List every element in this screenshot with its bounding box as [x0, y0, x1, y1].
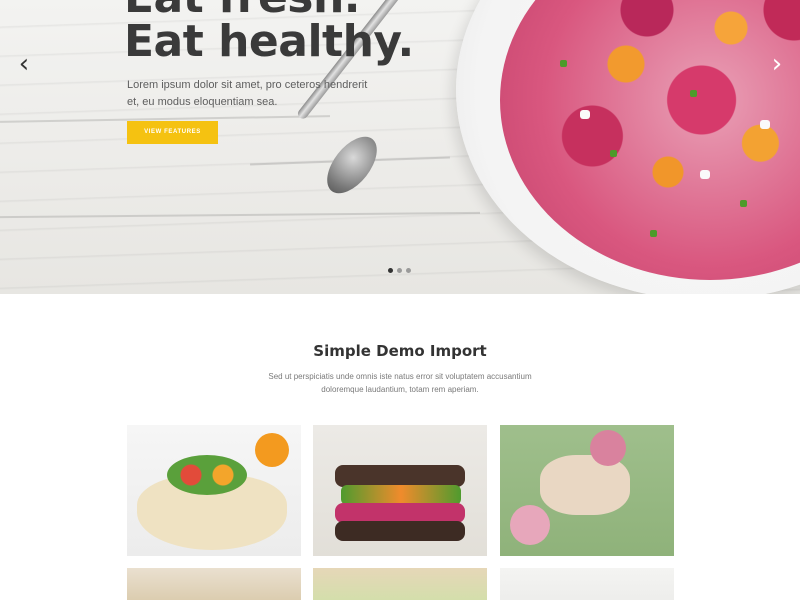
- feta-garnish: [700, 170, 710, 179]
- slider-dot[interactable]: [397, 268, 402, 273]
- herb-garnish: [740, 200, 747, 207]
- radish-shape: [590, 430, 626, 466]
- gallery-card-wrap[interactable]: [127, 425, 301, 556]
- slider-dot[interactable]: [388, 268, 393, 273]
- radish-shape: [510, 505, 550, 545]
- gallery-card[interactable]: [313, 568, 487, 600]
- hero-title-line2: Eat healthy.: [124, 16, 414, 67]
- feta-garnish: [580, 110, 590, 119]
- herb-garnish: [560, 60, 567, 67]
- filling-shape: [167, 455, 247, 495]
- view-features-button[interactable]: VIEW FEATURES: [127, 121, 218, 144]
- prev-slide-arrow-icon[interactable]: ‹: [14, 51, 34, 77]
- section-description: Sed ut perspiciatis unde omnis iste natu…: [268, 372, 532, 394]
- bread-shape: [335, 521, 465, 541]
- slider-dots: [388, 268, 411, 273]
- hero-subtitle: Lorem ipsum dolor sit amet, pro ceteros …: [127, 79, 368, 108]
- herb-garnish: [610, 150, 617, 157]
- next-slide-arrow-icon[interactable]: ›: [767, 51, 787, 77]
- herb-garnish: [690, 90, 697, 97]
- gallery-card[interactable]: [127, 568, 301, 600]
- tomato-shape: [255, 433, 289, 467]
- gallery-card[interactable]: [500, 568, 674, 600]
- slider-dot[interactable]: [406, 268, 411, 273]
- wood-grain: [0, 211, 480, 219]
- beet-spread-shape: [335, 503, 465, 523]
- bread-shape: [335, 465, 465, 487]
- feta-garnish: [760, 120, 770, 129]
- herb-garnish: [650, 230, 657, 237]
- spoon-bowl-image: [317, 127, 387, 203]
- hero-slider: Eat fresh. Eat healthy. Lorem ipsum dolo…: [0, 0, 800, 294]
- gallery-card-sandwich[interactable]: [313, 425, 487, 556]
- section-title: Simple Demo Import: [313, 342, 487, 360]
- chicken-shape: [540, 455, 630, 515]
- veggie-shape: [341, 485, 461, 505]
- gallery-card-salad[interactable]: [500, 425, 674, 556]
